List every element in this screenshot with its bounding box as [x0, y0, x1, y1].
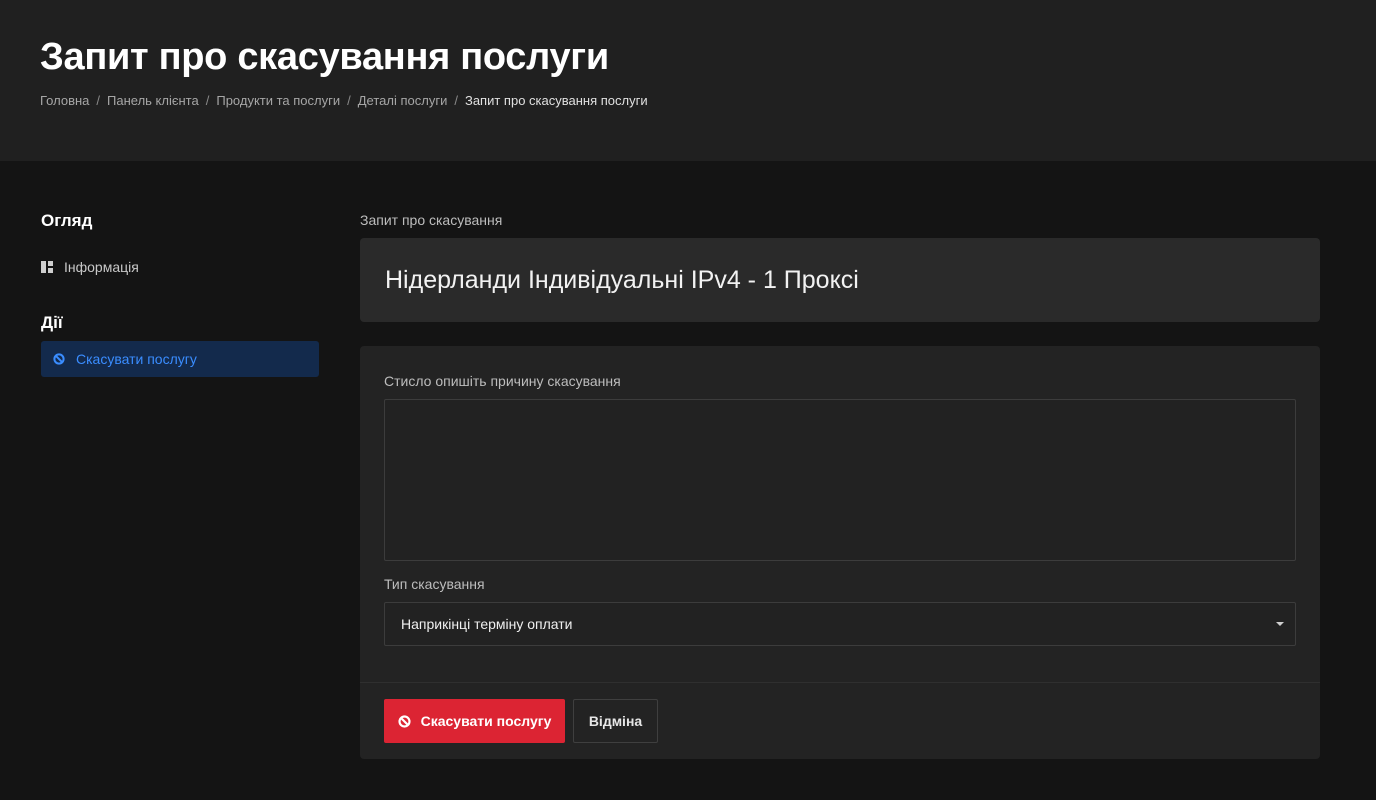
breadcrumb-current: Запит про скасування послуги — [464, 93, 648, 108]
cancel-button[interactable]: Відміна — [573, 699, 658, 743]
sidebar-heading-overview: Огляд — [41, 211, 93, 230]
breadcrumb-separator: / — [205, 93, 210, 108]
cancellation-form: Стисло опишіть причину скасування Тип ск… — [360, 346, 1320, 759]
dashboard-icon — [41, 261, 53, 273]
cancellation-type-select[interactable]: Наприкінці терміну оплати — [384, 602, 1296, 646]
breadcrumb-client-area[interactable]: Панель клієнта — [107, 93, 199, 108]
submit-cancel-service-button[interactable]: Скасувати послугу — [384, 699, 565, 743]
breadcrumb: Головна / Панель клієнта / Продукти та п… — [40, 93, 648, 108]
breadcrumb-home[interactable]: Головна — [40, 93, 89, 108]
sidebar-item-cancel-service[interactable]: Скасувати послугу — [41, 341, 319, 377]
form-divider — [360, 682, 1320, 683]
submit-button-label: Скасувати послугу — [420, 713, 552, 729]
breadcrumb-separator: / — [454, 93, 458, 108]
breadcrumb-service-details[interactable]: Деталі послуги — [358, 93, 448, 108]
ban-icon — [53, 353, 65, 365]
product-summary: Нідерланди Індивідуальні IPv4 - 1 Проксі — [360, 238, 1320, 322]
ban-icon — [398, 714, 411, 728]
form-actions: Скасувати послугу Відміна — [384, 699, 658, 743]
reason-label: Стисло опишіть причину скасування — [384, 373, 621, 389]
cancel-button-label: Відміна — [588, 713, 643, 729]
product-name: Нідерланди Індивідуальні IPv4 - 1 Проксі — [385, 265, 859, 294]
sidebar-heading-actions: Дії — [41, 313, 63, 332]
breadcrumb-separator: / — [347, 93, 351, 108]
sidebar-item-information[interactable]: Інформація — [41, 249, 319, 285]
breadcrumb-separator: / — [96, 93, 101, 108]
reason-textarea[interactable] — [384, 399, 1296, 561]
caret-down-icon — [1276, 622, 1284, 626]
breadcrumb-products[interactable]: Продукти та послуги — [216, 93, 340, 108]
sidebar: Огляд Інформація Дії Скасувати послугу — [41, 210, 319, 377]
section-label: Запит про скасування — [360, 212, 503, 228]
page-header: Запит про скасування послуги Головна / П… — [0, 0, 1376, 161]
cancellation-type-value: Наприкінці терміну оплати — [401, 616, 573, 632]
sidebar-item-label: Інформація — [64, 259, 139, 275]
page-title: Запит про скасування послуги — [40, 36, 609, 78]
cancellation-type-label: Тип скасування — [384, 576, 485, 592]
sidebar-item-label: Скасувати послугу — [76, 351, 197, 367]
main-content: Запит про скасування Нідерланди Індивіду… — [360, 210, 1320, 759]
